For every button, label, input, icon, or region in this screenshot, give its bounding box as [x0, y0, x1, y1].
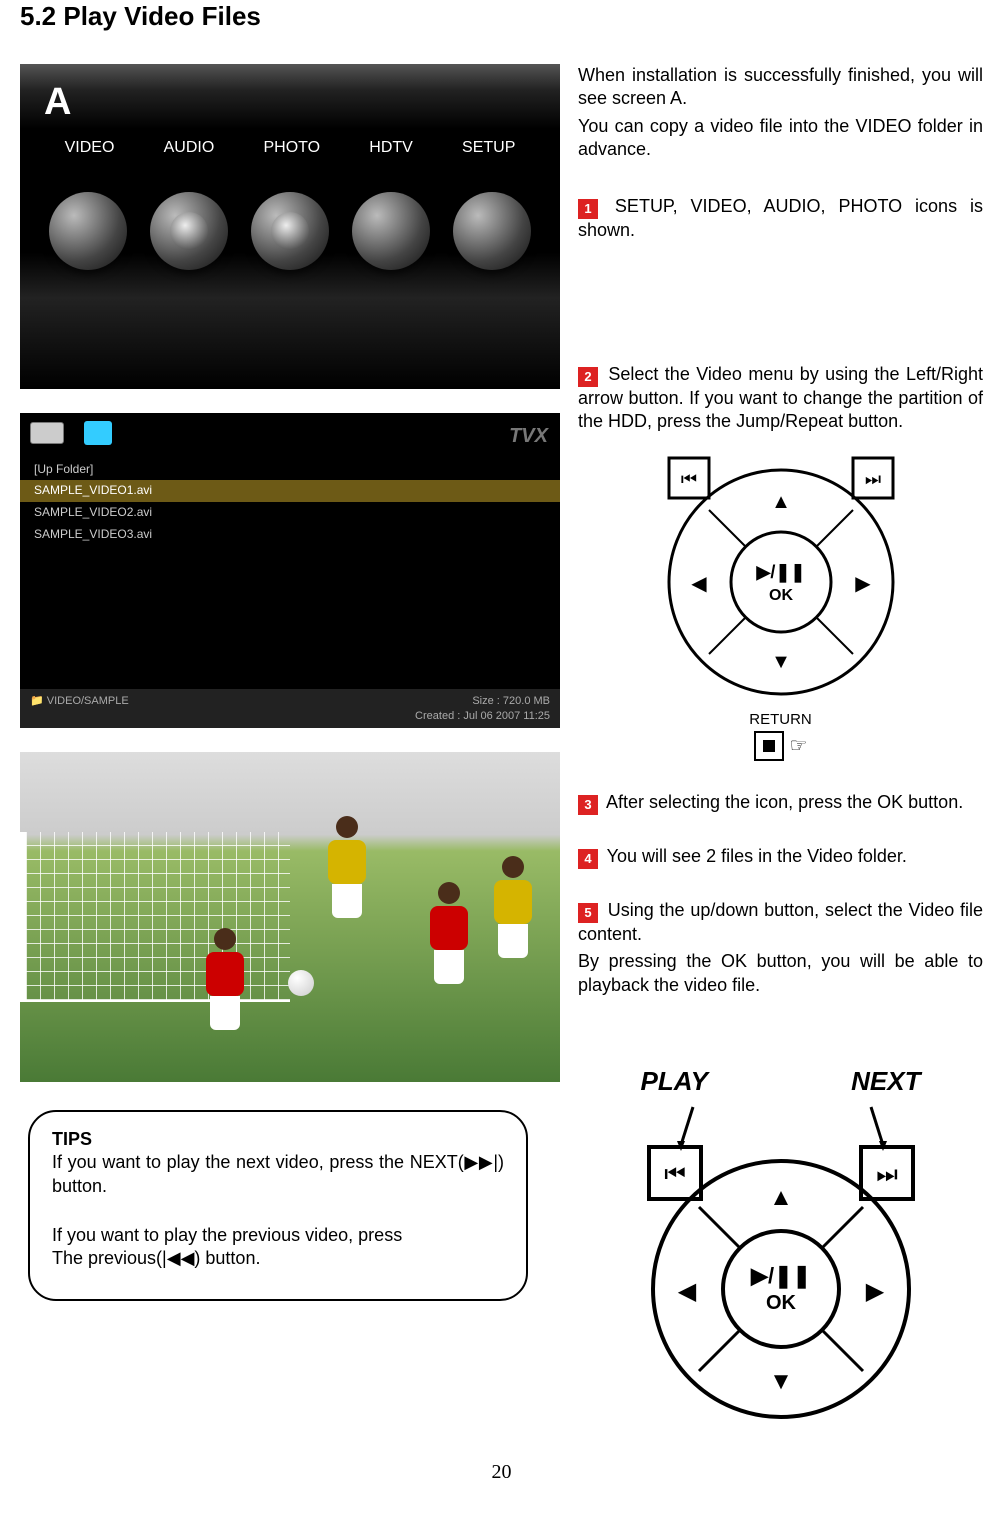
page-number: 20	[20, 1459, 983, 1485]
tips-box: TIPS If you want to play the next video,…	[28, 1110, 528, 1301]
step-3-text: After selecting the icon, press the OK b…	[602, 792, 963, 812]
svg-text:▼: ▼	[769, 1368, 793, 1395]
screenshot-file-browser: TVX [Up Folder] SAMPLE_VIDEO1.avi SAMPLE…	[20, 413, 560, 728]
folder-icon: 📁	[30, 695, 44, 707]
audio-icon	[150, 192, 228, 270]
play-next-labels: PLAY NEXT	[641, 1065, 921, 1099]
screenshot-home-screen: A VIDEO AUDIO PHOTO HDTV SETUP	[20, 64, 560, 389]
svg-text:▶/❚❚: ▶/❚❚	[755, 562, 805, 583]
svg-text:OK: OK	[769, 587, 793, 604]
soccer-ball-icon	[288, 970, 314, 996]
video-icon	[49, 192, 127, 270]
setup-icon	[453, 192, 531, 270]
tips-line-1: If you want to play the next video, pres…	[52, 1151, 504, 1198]
svg-text:◀: ◀	[677, 1278, 696, 1305]
menu-hdtv: HDTV	[369, 138, 413, 159]
svg-text:▶/❚❚: ▶/❚❚	[750, 1263, 811, 1289]
svg-text:▶: ▶	[865, 1278, 884, 1305]
svg-text:OK: OK	[766, 1292, 797, 1314]
callout-2-icon: 2	[578, 367, 598, 387]
screen-a-label: A	[44, 78, 71, 127]
tips-line-3: The previous(|◀◀) button.	[52, 1247, 504, 1270]
callout-1-icon: 1	[578, 199, 598, 219]
screenshot-video-playback	[20, 752, 560, 1082]
menu-video: VIDEO	[65, 138, 115, 159]
intro-paragraph-1: When installation is successfully finish…	[578, 64, 983, 111]
return-hand-icon: ☞	[790, 733, 808, 759]
tips-line-2: If you want to play the previous video, …	[52, 1224, 504, 1247]
callout-5-icon: 5	[578, 903, 598, 923]
menu-audio: AUDIO	[164, 138, 215, 159]
section-heading: 5.2 Play Video Files	[20, 0, 983, 34]
file-row: SAMPLE_VIDEO3.avi	[20, 524, 560, 546]
stop-button-icon	[754, 731, 784, 761]
svg-text:◀: ◀	[691, 573, 707, 595]
drive-icon	[30, 422, 64, 444]
menu-photo: PHOTO	[263, 138, 320, 159]
file-row-selected: SAMPLE_VIDEO1.avi	[20, 480, 560, 502]
hdtv-icon	[352, 192, 430, 270]
menu-row: VIDEO AUDIO PHOTO HDTV SETUP	[40, 138, 540, 159]
svg-text:▶: ▶	[855, 573, 871, 595]
menu-setup: SETUP	[462, 138, 515, 159]
up-folder-row: [Up Folder]	[20, 459, 560, 481]
brand-logo: TVX	[509, 423, 548, 449]
return-label: RETURN	[578, 710, 983, 730]
callout-3-icon: 3	[578, 795, 598, 815]
step-5b-text: By pressing the OK button, you will be a…	[578, 950, 983, 997]
play-label: PLAY	[641, 1065, 708, 1099]
network-icon	[84, 421, 112, 445]
next-label: NEXT	[851, 1065, 920, 1099]
path-label: VIDEO/SAMPLE	[47, 695, 129, 707]
step-4-text: You will see 2 files in the Video folder…	[602, 846, 907, 866]
step-1-text: SETUP, VIDEO, AUDIO, PHOTO icons is show…	[578, 196, 983, 240]
created-line: Created : Jul 06 2007 11:25	[415, 709, 550, 723]
svg-text:⏮: ⏮	[664, 1161, 686, 1188]
size-line: Size : 720.0 MB	[415, 694, 550, 708]
svg-text:▲: ▲	[771, 491, 791, 513]
step-2-text: Select the Video menu by using the Left/…	[578, 364, 983, 431]
svg-text:⏭: ⏭	[864, 469, 880, 489]
remote-diagram-small: ⏮ ⏭ ▲ ▼ ◀ ▶ ▶/❚❚ OK RETURN ☞	[578, 452, 983, 762]
callout-4-icon: 4	[578, 849, 598, 869]
tips-title: TIPS	[52, 1128, 504, 1151]
svg-text:⏭: ⏭	[876, 1161, 898, 1188]
svg-text:⏮: ⏮	[680, 469, 696, 489]
svg-text:▲: ▲	[769, 1184, 793, 1211]
remote-diagram-large: ⏮ ⏭ ▲ ▼ ◀ ▶ ▶/❚❚ OK	[631, 1099, 931, 1429]
intro-paragraph-2: You can copy a video file into the VIDEO…	[578, 115, 983, 162]
photo-icon	[251, 192, 329, 270]
file-row: SAMPLE_VIDEO2.avi	[20, 502, 560, 524]
step-5a-text: Using the up/down button, select the Vid…	[578, 900, 983, 944]
svg-text:▼: ▼	[771, 651, 791, 673]
